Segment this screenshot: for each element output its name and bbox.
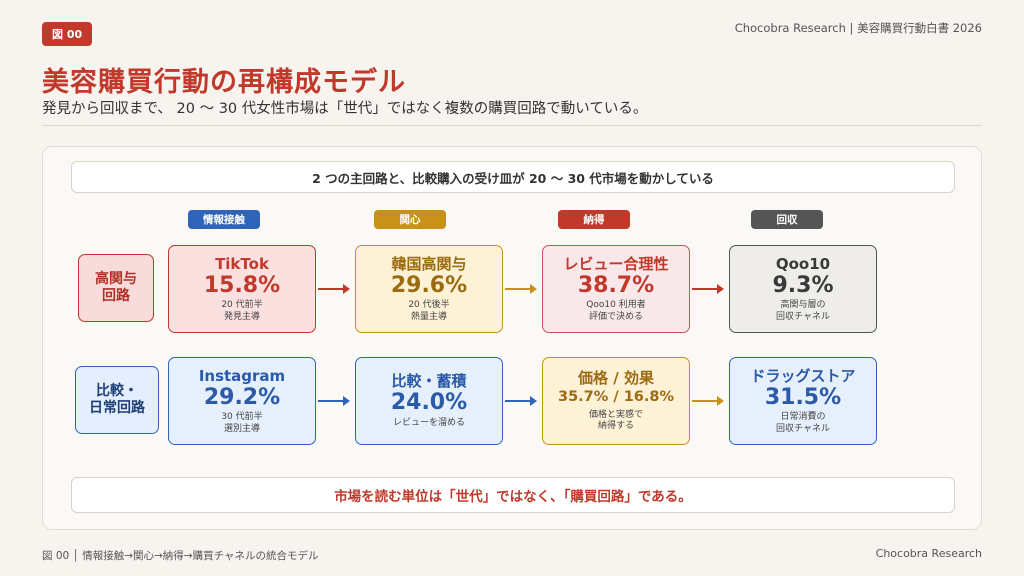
node-desc: 20 代前半 発見主導 xyxy=(221,300,263,322)
node-desc: 20 代後半 熱量主導 xyxy=(408,300,450,322)
arrow-right xyxy=(505,284,537,294)
node-name: ドラッグストア xyxy=(750,366,856,385)
node-comparison-accumulation: 比較・蓄積 24.0% レビューを溜める xyxy=(355,357,503,445)
node-tiktok: TikTok 15.8% 20 代前半 発見主導 xyxy=(168,245,316,333)
node-value: 38.7% xyxy=(577,272,655,298)
stage-tag-recovery: 回収 xyxy=(751,210,823,229)
node-name: 比較・蓄積 xyxy=(391,372,467,391)
footer-brand: Chocobra Research xyxy=(875,547,982,560)
page-subtitle: 発見から回収まで、 20 〜 30 代女性市場は「世代」ではなく複数の購買回路で… xyxy=(42,101,648,117)
node-desc: Qoo10 利用者 評価で決める xyxy=(586,300,646,322)
node-value: 9.3% xyxy=(772,272,834,298)
arrow-right xyxy=(692,284,724,294)
page-title: 美容購買行動の再構成モデル xyxy=(42,67,406,98)
node-desc: 高関与層の 回収チャネル xyxy=(776,300,830,322)
node-value: 29.6% xyxy=(390,272,468,298)
figure-caption: 図 00 │ 情報接触→関心→納得→購買チャネルの統合モデル xyxy=(42,550,319,562)
node-drugstore: ドラッグストア 31.5% 日常消費の 回収チャネル xyxy=(729,357,877,445)
node-desc: 日常消費の 回収チャネル xyxy=(776,412,830,434)
node-price-effect: 価格 / 効果 35.7% / 16.8% 価格と実感で 納得する xyxy=(542,357,690,445)
stage-tag-interest: 関心 xyxy=(374,210,446,229)
node-qoo10: Qoo10 9.3% 高関与層の 回収チャネル xyxy=(729,245,877,333)
arrow-right xyxy=(318,284,350,294)
arrow-right xyxy=(692,396,724,406)
node-review-rationality: レビュー合理性 38.7% Qoo10 利用者 評価で決める xyxy=(542,245,690,333)
row-label-high-involvement: 高関与 回路 xyxy=(78,254,154,322)
node-name: 韓国高関与 xyxy=(391,254,467,273)
arrow-right xyxy=(505,396,537,406)
node-desc: レビューを溜める xyxy=(392,417,465,428)
node-name: 価格 / 効果 xyxy=(578,368,654,387)
stage-tag-info-contact: 情報接触 xyxy=(188,210,260,229)
node-name: レビュー合理性 xyxy=(563,254,669,273)
node-desc: 30 代前半 選別主導 xyxy=(221,412,263,434)
node-value: 35.7% / 16.8% xyxy=(558,388,674,405)
node-name: Qoo10 xyxy=(775,254,831,273)
row-label-comparison-daily: 比較・ 日常回路 xyxy=(75,366,159,434)
arrow-right xyxy=(318,396,350,406)
node-name: Instagram xyxy=(198,366,286,385)
node-name: TikTok xyxy=(215,254,269,273)
header-divider xyxy=(42,125,982,126)
diagram-panel: 2 つの主回路と、比較購入の受け皿が 20 〜 30 代市場を動かしている 情報… xyxy=(42,146,982,530)
summary-banner: 2 つの主回路と、比較購入の受け皿が 20 〜 30 代市場を動かしている xyxy=(71,161,955,193)
node-value: 29.2% xyxy=(203,384,281,410)
stage-tag-conviction: 納得 xyxy=(558,210,630,229)
node-value: 15.8% xyxy=(203,272,281,298)
figure-badge: 図 00 xyxy=(42,22,93,46)
node-value: 24.0% xyxy=(390,390,468,416)
node-value: 31.5% xyxy=(764,384,842,410)
report-source: Chocobra Research | 美容購買行動白書 2026 xyxy=(734,21,982,35)
node-desc: 価格と実感で 納得する xyxy=(588,409,643,432)
conclusion-banner: 市場を読む単位は「世代」ではなく、「購買回路」である。 xyxy=(71,477,955,513)
node-korean-high-involvement: 韓国高関与 29.6% 20 代後半 熱量主導 xyxy=(355,245,503,333)
node-instagram: Instagram 29.2% 30 代前半 選別主導 xyxy=(168,357,316,445)
